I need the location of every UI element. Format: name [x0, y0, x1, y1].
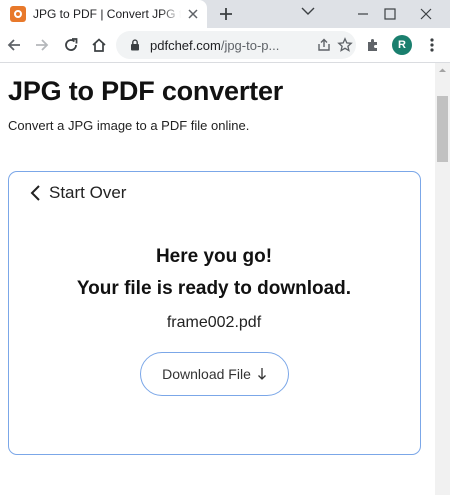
url-path: /jpg-to-p...	[220, 38, 280, 53]
start-over-link[interactable]: Start Over	[29, 182, 126, 204]
more-menu-icon[interactable]	[422, 35, 442, 55]
download-file-button[interactable]: Download File	[140, 352, 289, 396]
pdfchef-favicon-icon	[10, 6, 26, 22]
result-card: Start Over Here you go! Your file is rea…	[8, 171, 421, 455]
arrow-down-icon	[257, 368, 266, 380]
tab-strip: JPG to PDF | Convert JPG to PDF	[0, 0, 450, 28]
new-tab-icon[interactable]	[216, 4, 236, 24]
page-title: JPG to PDF converter	[8, 76, 284, 106]
chevron-left-icon	[30, 185, 40, 201]
tab-search-icon[interactable]	[291, 0, 325, 28]
bookmark-star-icon[interactable]	[337, 37, 353, 53]
browser-tab[interactable]: JPG to PDF | Convert JPG to PDF	[0, 0, 207, 28]
ready-headline: Here you go!	[155, 246, 273, 267]
ready-subheadline: Your file is ready to download.	[76, 278, 352, 299]
scrollbar-thumb[interactable]	[437, 96, 448, 162]
page-content: JPG to PDF converter Convert a JPG image…	[0, 63, 450, 495]
close-icon[interactable]	[186, 7, 200, 21]
home-icon[interactable]	[89, 35, 109, 55]
address-bar[interactable]: pdfchef.com/jpg-to-p...	[116, 31, 356, 59]
forward-arrow-icon[interactable]	[32, 35, 52, 55]
page-scrollbar[interactable]	[435, 63, 450, 495]
start-over-label: Start Over	[49, 183, 127, 202]
share-icon[interactable]	[316, 37, 332, 53]
page-subtitle: Convert a JPG image to a PDF file online…	[8, 118, 250, 133]
back-arrow-icon[interactable]	[4, 35, 24, 55]
browser-toolbar: pdfchef.com/jpg-to-p... R	[0, 28, 450, 62]
url-host: pdfchef.com	[150, 38, 221, 53]
maximize-icon[interactable]	[373, 0, 407, 28]
url-text[interactable]: pdfchef.com/jpg-to-p...	[150, 38, 310, 53]
output-filename: frame002.pdf	[166, 314, 262, 331]
scroll-up-arrow-icon[interactable]	[435, 63, 450, 78]
window-close-icon[interactable]	[409, 0, 443, 28]
extensions-puzzle-icon[interactable]	[363, 35, 383, 55]
reload-icon[interactable]	[61, 35, 81, 55]
tab-title: JPG to PDF | Convert JPG to PDF	[33, 7, 181, 21]
profile-avatar[interactable]: R	[392, 35, 412, 55]
download-button-label: Download File	[162, 366, 251, 382]
lock-icon[interactable]	[128, 38, 142, 52]
